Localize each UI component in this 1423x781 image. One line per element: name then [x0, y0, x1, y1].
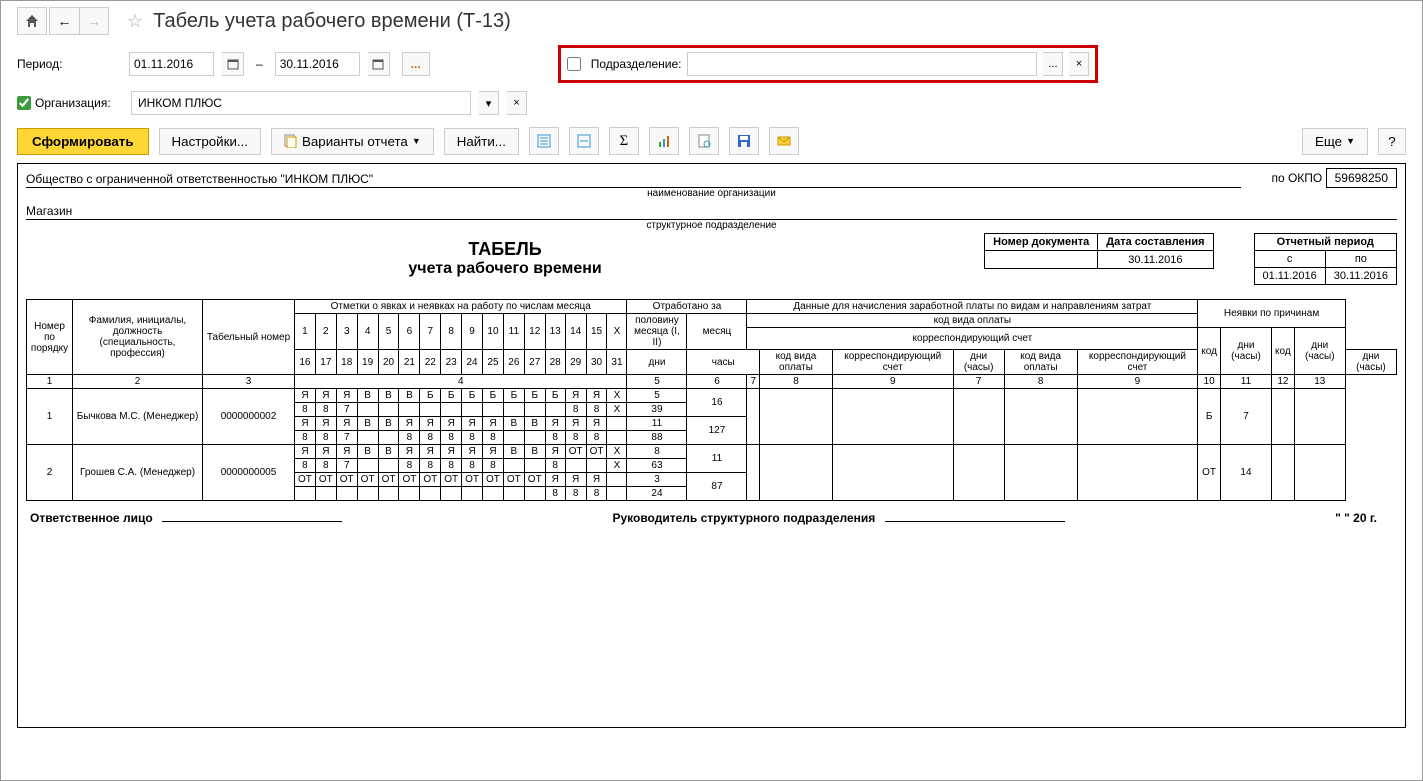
period-table: Отчетный период спо 01.11.201630.11.2016 [1254, 233, 1398, 285]
date-from-input[interactable]: 01.11.2016 [129, 52, 214, 76]
sum-icon[interactable]: Σ [609, 127, 639, 155]
org-full-name: Общество с ограниченной ответственностью… [26, 171, 1241, 188]
print-preview-icon[interactable] [689, 127, 719, 155]
report-area: Общество с ограниченной ответственностью… [17, 163, 1406, 728]
help-button[interactable]: ? [1378, 128, 1406, 155]
favorite-star-icon[interactable]: ☆ [127, 11, 143, 32]
period-label: Период: [17, 57, 115, 71]
okpo-value: 59698250 [1326, 168, 1397, 188]
dept-full-name: Магазин [26, 203, 1397, 220]
page-title: Табель учета рабочего времени (Т-13) [153, 10, 511, 33]
date-from-picker-icon[interactable] [222, 52, 244, 76]
report-variants-button[interactable]: Варианты отчета ▼ [271, 128, 434, 155]
organization-label: Организация: [35, 96, 111, 110]
expand-all-icon[interactable] [529, 127, 559, 155]
head-sign-line [885, 521, 1065, 522]
forward-button[interactable]: → [79, 7, 109, 35]
doc-info-table: Номер документаДата составления 30.11.20… [984, 233, 1213, 269]
find-button[interactable]: Найти... [444, 128, 519, 155]
timesheet-table: Номер по порядкуФамилия, инициалы, должн… [26, 299, 1397, 501]
report-subtitle: учета рабочего времени [26, 260, 984, 278]
save-icon[interactable] [729, 127, 759, 155]
org-caption: наименование организации [26, 188, 1397, 199]
department-highlight: Подразделение: ... × [558, 45, 1099, 83]
period-ellipsis-button[interactable]: ... [402, 52, 430, 76]
head-label: Руководитель структурного подразделения [612, 511, 875, 525]
chart-icon[interactable] [649, 127, 679, 155]
organization-input[interactable]: ИНКОМ ПЛЮС [131, 91, 471, 115]
department-input[interactable] [687, 52, 1037, 76]
settings-button[interactable]: Настройки... [159, 128, 261, 155]
department-select-button[interactable]: ... [1043, 52, 1063, 76]
footer-date: " " 20 г. [1335, 511, 1377, 525]
okpo-label: по ОКПО [1271, 171, 1322, 185]
date-to-picker-icon[interactable] [368, 52, 390, 76]
date-to-input[interactable]: 30.11.2016 [275, 52, 360, 76]
department-label: Подразделение: [591, 57, 682, 71]
back-button[interactable]: ← [49, 7, 79, 35]
home-button[interactable] [17, 7, 47, 35]
dept-caption: структурное подразделение [26, 220, 1397, 231]
organization-clear-button[interactable]: × [507, 91, 527, 115]
report-title: ТАБЕЛЬ [26, 239, 984, 260]
organization-checkbox[interactable] [17, 96, 31, 110]
more-button[interactable]: Еще ▼ [1302, 128, 1368, 155]
responsible-label: Ответственное лицо [30, 511, 153, 525]
organization-dropdown-button[interactable]: ▾ [479, 91, 499, 115]
department-clear-button[interactable]: × [1069, 52, 1089, 76]
email-icon[interactable] [769, 127, 799, 155]
collapse-all-icon[interactable] [569, 127, 599, 155]
responsible-sign-line [162, 521, 342, 522]
department-checkbox[interactable] [567, 57, 581, 71]
form-button[interactable]: Сформировать [17, 128, 149, 155]
date-dash: – [256, 57, 263, 71]
